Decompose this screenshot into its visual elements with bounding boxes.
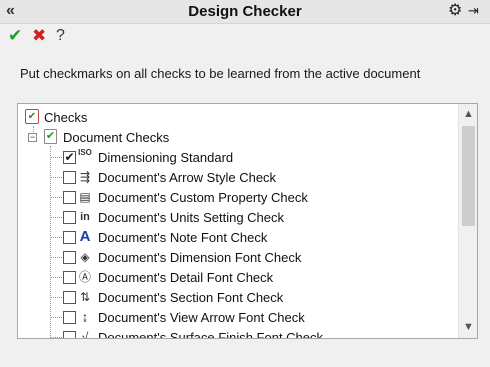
note-font-icon: A <box>79 228 91 245</box>
section-font-icon: ⇅ <box>79 290 91 304</box>
view-arrow-font-icon: ↨ <box>82 310 88 324</box>
arrow-style-icon: ⇶ <box>79 170 91 184</box>
instruction-text: Put checkmarks on all checks to be learn… <box>20 66 421 81</box>
surface-finish-font-icon: √ <box>81 330 89 338</box>
check-item-label: Document's Section Font Check <box>98 290 284 305</box>
check-item-label: Document's Arrow Style Check <box>98 170 277 185</box>
check-item-row[interactable]: ⇅ Document's Section Font Check <box>18 287 458 307</box>
document-checks-icon: ✔ <box>44 129 57 144</box>
check-item-checkbox[interactable] <box>63 311 76 324</box>
check-item-checkbox[interactable] <box>63 211 76 224</box>
check-item-row[interactable]: √ Document's Surface Finish Font Check <box>18 327 458 338</box>
check-item-checkbox[interactable] <box>63 251 76 264</box>
check-item-label: Document's Custom Property Check <box>98 190 308 205</box>
scroll-down-icon[interactable]: ▼ <box>459 319 477 336</box>
collapse-group-icon[interactable]: − <box>28 133 37 142</box>
check-item-checkbox[interactable]: ✔ <box>63 151 76 164</box>
check-item-label: Document's Surface Finish Font Check <box>98 330 324 338</box>
check-item-label: Document's Units Setting Check <box>98 210 285 225</box>
units-icon: in <box>80 211 90 223</box>
scroll-up-icon[interactable]: ▲ <box>459 106 477 123</box>
help-icon[interactable]: ? <box>56 27 72 45</box>
check-item-label: Dimensioning Standard <box>98 150 234 165</box>
vertical-scrollbar[interactable]: ▲ ▼ <box>458 104 477 338</box>
check-item-checkbox[interactable] <box>63 291 76 304</box>
check-item-checkbox[interactable] <box>63 331 76 338</box>
checks-tree: ✔ Checks − ✔ Document Checks ✔ ISO Dimensi… <box>18 104 458 338</box>
cancel-x-icon[interactable]: ✖ <box>32 27 48 45</box>
title-bar: « Design Checker ⚙ ⇥ <box>0 0 490 24</box>
check-item-row[interactable]: A Document's Note Font Check <box>18 227 458 247</box>
check-item-row[interactable]: ↨ Document's View Arrow Font Check <box>18 307 458 327</box>
check-item-row[interactable]: in Document's Units Setting Check <box>18 207 458 227</box>
options-gear-icon[interactable]: ⚙ <box>448 2 464 20</box>
pin-icon[interactable]: ⇥ <box>468 2 486 20</box>
iso-din-icon: ISO <box>78 148 92 157</box>
check-item-checkbox[interactable] <box>63 171 76 184</box>
check-item-label: Document's Note Font Check <box>98 230 268 245</box>
window-title: Design Checker <box>188 3 302 20</box>
checks-tree-panel: ✔ Checks − ✔ Document Checks ✔ ISO Dimensi… <box>17 103 478 339</box>
check-item-row[interactable]: ⇶ Document's Arrow Style Check <box>18 167 458 187</box>
check-item-checkbox[interactable] <box>63 271 76 284</box>
check-item-row[interactable]: ✔ ISO Dimensioning Standard <box>18 147 458 167</box>
check-item-checkbox[interactable] <box>63 191 76 204</box>
tree-group-row[interactable]: − ✔ Document Checks <box>18 127 458 147</box>
check-item-row[interactable]: Ⓐ Document's Detail Font Check <box>18 267 458 287</box>
detail-font-icon: Ⓐ <box>78 270 91 284</box>
dimension-font-icon: ◈ <box>80 250 90 264</box>
tree-root-row[interactable]: ✔ Checks <box>18 107 458 127</box>
checks-root-icon: ✔ <box>25 109 39 124</box>
check-item-checkbox[interactable] <box>63 231 76 244</box>
check-item-label: Document's View Arrow Font Check <box>98 310 305 325</box>
scroll-thumb[interactable] <box>462 126 475 226</box>
check-item-row[interactable]: ▤ Document's Custom Property Check <box>18 187 458 207</box>
ok-checkmark-icon[interactable]: ✔ <box>8 27 24 45</box>
check-item-label: Document's Detail Font Check <box>98 270 274 285</box>
check-item-label: Document's Dimension Font Check <box>98 250 302 265</box>
tree-root-label: Checks <box>44 110 88 125</box>
tree-group-label: Document Checks <box>63 130 170 145</box>
check-item-row[interactable]: ◈ Document's Dimension Font Check <box>18 247 458 267</box>
custom-property-icon: ▤ <box>79 190 91 204</box>
